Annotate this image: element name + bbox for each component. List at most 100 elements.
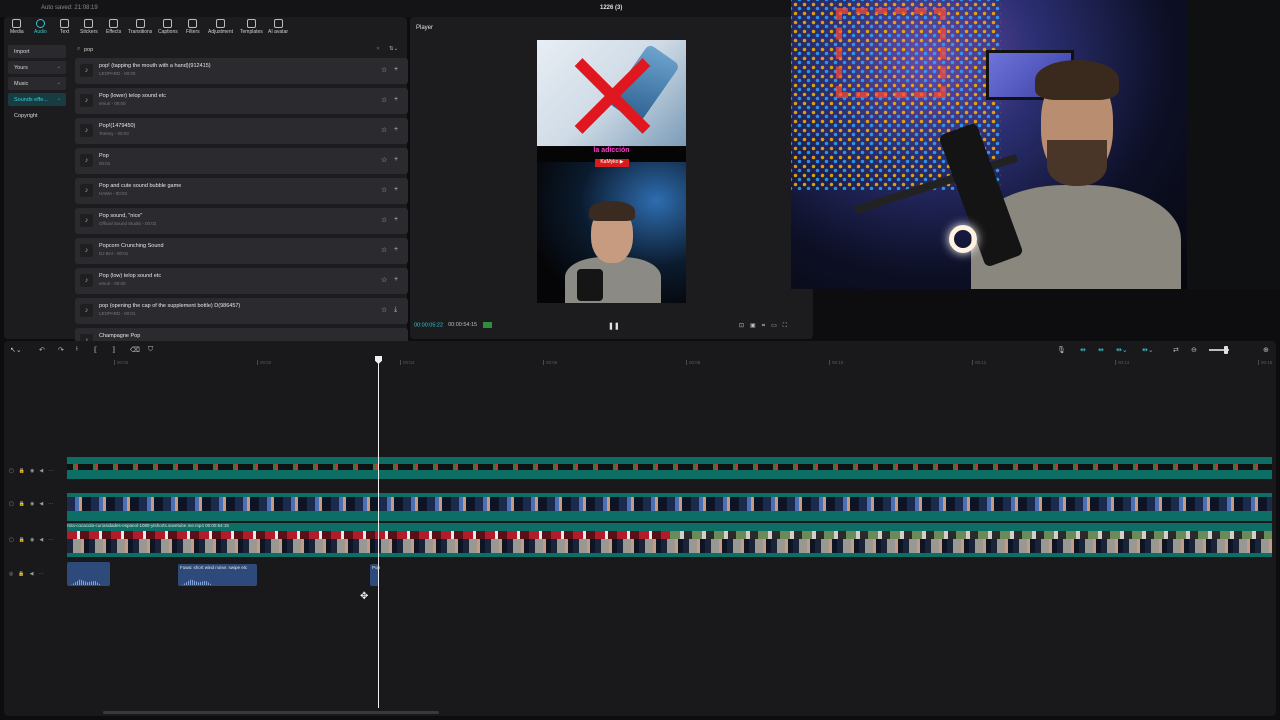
category-music[interactable]: Music ⌄ [8,77,66,90]
snapshot-icon[interactable]: ⌗ [762,323,765,329]
favorite-icon[interactable]: ☆ [381,126,387,134]
favorite-icon[interactable]: ☆ [381,246,387,254]
eye-icon[interactable]: ◉ [30,468,34,474]
quality-icon[interactable]: ▣ [750,323,756,329]
preview-axis-icon[interactable]: ⇹⌄ [1142,346,1154,354]
sound-item[interactable]: ♪ Pop and cute sound bubble game HAMA - 00… [75,178,408,204]
clip-filename: ntra-cocacola-curiosidades-espanol-1080-… [67,523,229,528]
eye-icon[interactable]: ◉ [30,537,34,543]
favorite-icon[interactable]: ☆ [381,66,387,74]
select-tool-icon[interactable]: ↖⌄ [10,346,22,354]
eye-icon[interactable]: ◉ [30,501,34,507]
favorite-icon[interactable]: ☆ [381,186,387,194]
favorite-icon[interactable]: ☆ [381,306,387,314]
track-thumbnail-icon[interactable]: ▢ [9,468,14,474]
sound-item[interactable]: ♪ Popcorn Crunching Sound DJ BAI - 00:01 ☆ + [75,238,408,264]
fit-icon[interactable]: ⇄ [1173,346,1179,354]
tab-text[interactable]: Text [60,19,69,35]
audio-clip[interactable]: Fuwa: short wind noise: swipe etc [178,564,257,586]
tab-adjustment[interactable]: Adjustment [208,19,233,35]
sound-item[interactable]: ♪ Pop 00:01 ☆ + [75,148,408,174]
speaker-icon[interactable]: ◀ [39,501,43,507]
fullscreen-icon[interactable]: ⛶ [783,323,787,329]
sound-item[interactable]: ♪ Pop!(1479450) Tommy - 00:03 ☆ + [75,118,408,144]
sound-meta: Tommy - 00:03 [99,131,129,136]
filter-button[interactable]: ⇅⌄ [389,46,398,52]
track-thumbnail-icon[interactable]: ▢ [9,537,14,543]
sound-item[interactable]: ♪ Pop sound, "nice" Official Sound Studio … [75,208,408,234]
category-import[interactable]: Import [8,45,66,58]
time-ruler[interactable]: 00:00 00:02 00:04 00:06 00:08 00:10 00:1… [67,358,1272,368]
sound-item[interactable]: ♪ pop (opening the cap of the supplement … [75,298,408,324]
add-icon[interactable]: + [394,186,398,193]
category-copyright[interactable]: Copyright [8,109,66,122]
timeline-scrollbar[interactable] [103,711,439,714]
audio-track-icon[interactable]: ◎ [9,571,13,577]
sound-item[interactable]: ♪ pop! (tapping the mouth with a hand)(91… [75,58,408,84]
speaker-icon[interactable]: ◀ [39,468,43,474]
speaker-icon[interactable]: ◀ [30,571,34,577]
category-yours[interactable]: Yours ⌄ [8,61,66,74]
more-icon[interactable]: ⋯ [48,501,53,507]
tab-filters[interactable]: Filters [186,19,200,35]
add-icon[interactable]: + [394,276,398,283]
lock-icon[interactable]: 🔒 [19,468,25,474]
more-icon[interactable]: ⋯ [48,468,53,474]
link-main-track-icon[interactable]: ⇹ [1080,346,1086,354]
add-icon[interactable]: + [394,156,398,163]
tab-transitions[interactable]: Transitions [128,19,152,35]
tab-captions[interactable]: Captions [158,19,178,35]
favorite-icon[interactable]: ☆ [381,156,387,164]
split-icon[interactable]: ⟊ [76,346,78,354]
zoom-out-icon[interactable]: ⊖ [1191,346,1197,354]
speaker-icon[interactable]: ◀ [39,537,43,543]
video-preview[interactable]: la adicción KaMyko ▶ [537,40,686,303]
ratio-icon[interactable]: ▭ [771,323,777,329]
search-input[interactable] [84,45,334,55]
main-video-track[interactable]: ntra-cocacola-curiosidades-espanol-1080-… [67,523,1272,557]
more-icon[interactable]: ⋯ [38,571,43,577]
sound-item[interactable]: ♪ Pop (low) telop sound etc emuri - 00:00 ☆… [75,268,408,294]
zoom-in-icon[interactable]: ⊕ [1263,346,1269,354]
lock-icon[interactable]: 🔒 [19,537,25,543]
add-icon[interactable]: + [394,246,398,253]
favorite-icon[interactable]: ☆ [381,276,387,284]
crop-icon[interactable]: ⊡ [739,323,744,329]
auto-snap-icon[interactable]: ⇹⌄ [1116,346,1128,354]
playhead[interactable] [378,356,379,708]
tab-stickers[interactable]: Stickers [80,19,98,35]
lock-icon[interactable]: 🔒 [19,501,25,507]
pause-button[interactable]: ❚❚ [608,322,620,330]
tab-audio[interactable]: Audio [34,19,47,35]
delete-icon[interactable]: ⌫ [130,346,140,354]
add-icon[interactable]: + [394,216,398,223]
clear-search-icon[interactable]: ✕ [376,46,380,52]
audio-clip[interactable] [67,562,110,586]
tab-ai-avatar[interactable]: AI avatar [268,19,288,35]
download-icon[interactable]: ⤓ [394,306,397,314]
lock-icon[interactable]: 🔒 [18,571,24,577]
add-icon[interactable]: + [394,96,398,103]
sound-item[interactable]: ♪ Pop (lower) telop sound etc emuri - 00:0… [75,88,408,114]
category-sound-effects[interactable]: Sounds effe... ⌄ [8,93,66,106]
tab-effects[interactable]: Effects [106,19,121,35]
tab-templates[interactable]: Templates [240,19,263,35]
add-icon[interactable]: + [394,126,398,133]
video-track-overlay-1[interactable] [67,457,1272,479]
add-icon[interactable]: + [394,66,398,73]
favorite-icon[interactable]: ☆ [381,216,387,224]
video-track-overlay-2[interactable] [67,493,1272,521]
favorite-icon[interactable]: ☆ [381,96,387,104]
undo-icon[interactable]: ↶ [39,346,45,354]
magnet-icon[interactable]: ⇹ [1098,346,1104,354]
mic-icon[interactable]: 🎙 [1057,346,1066,354]
redo-icon[interactable]: ↷ [58,346,64,354]
shield-icon[interactable]: ⛉ [148,346,153,354]
zoom-slider-handle[interactable] [1224,346,1228,354]
split-left-icon[interactable]: ⟦ [94,346,97,354]
track-thumbnail-icon[interactable]: ▢ [9,501,14,507]
tab-media[interactable]: Media [10,19,24,35]
more-icon[interactable]: ⋯ [48,537,53,543]
split-right-icon[interactable]: ⟧ [112,346,115,354]
ruler-label: 00:16 [1257,360,1273,365]
